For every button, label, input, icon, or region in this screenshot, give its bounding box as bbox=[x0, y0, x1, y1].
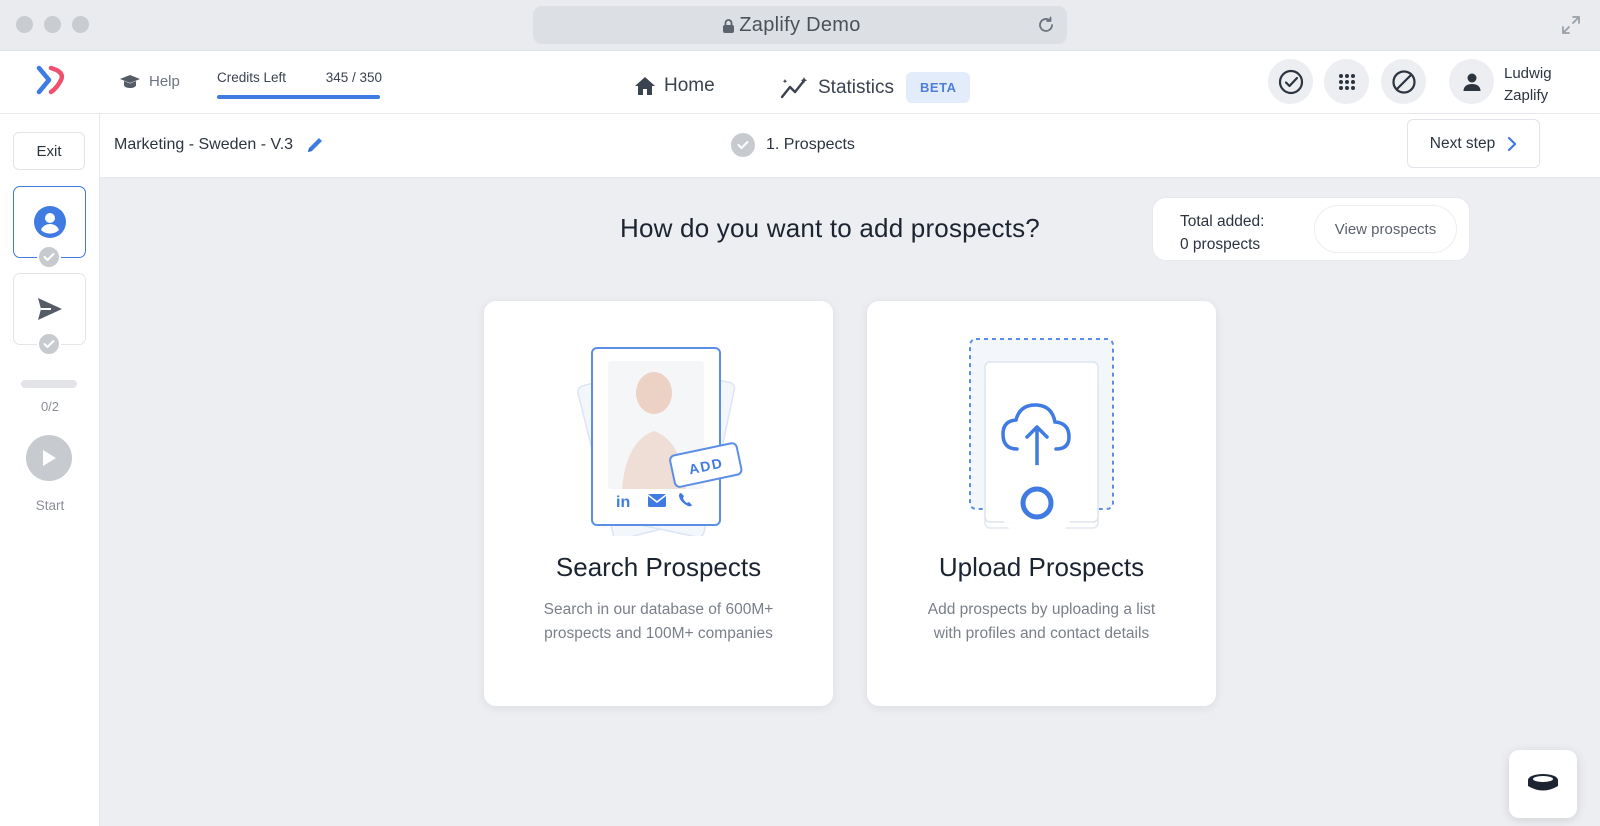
beta-badge: BETA bbox=[906, 72, 971, 103]
current-step-label: 1. Prospects bbox=[766, 136, 855, 153]
step-messages-check-icon bbox=[37, 332, 61, 356]
card-description: Add prospects by uploading a list with p… bbox=[927, 601, 1156, 642]
statistics-icon bbox=[780, 76, 808, 98]
campaign-subheader: Marketing - Sweden - V.3 1. Prospects Ne… bbox=[100, 114, 1600, 178]
credits-label: Credits Left bbox=[217, 70, 287, 85]
step-prospects-check-icon bbox=[37, 245, 61, 269]
svg-text:in: in bbox=[616, 494, 630, 511]
credits-progress-bar bbox=[217, 95, 380, 99]
prospects-question: How do you want to add prospects? bbox=[620, 213, 1040, 243]
tasks-button[interactable] bbox=[1268, 59, 1313, 104]
blocklist-button[interactable] bbox=[1381, 59, 1426, 104]
upload-prospects-illustration bbox=[969, 338, 1114, 536]
app-header: Help Credits Left 345 / 350 Home Statist… bbox=[0, 51, 1600, 114]
block-icon bbox=[1391, 69, 1416, 94]
campaign-title: Marketing - Sweden - V.3 bbox=[114, 135, 325, 155]
search-prospects-card[interactable]: in ADD Search Prospects Search in our da… bbox=[484, 301, 833, 706]
nav-home[interactable]: Home bbox=[634, 75, 715, 97]
send-icon bbox=[37, 298, 62, 320]
start-campaign-button[interactable] bbox=[26, 435, 72, 481]
lock-icon bbox=[723, 19, 734, 33]
exit-button[interactable]: Exit bbox=[13, 132, 85, 170]
campaign-steps-rail: Exit 0/2 Start bbox=[0, 114, 100, 826]
card-description: Search in our database of 600M+ prospect… bbox=[543, 601, 774, 642]
steps-progress-bar bbox=[21, 380, 77, 388]
address-bar[interactable]: Zaplify Demo bbox=[533, 6, 1067, 44]
window-zoom-button[interactable] bbox=[72, 16, 89, 33]
graduation-cap-icon bbox=[120, 74, 140, 88]
credits-value: 345 / 350 bbox=[325, 70, 382, 85]
current-step-check-icon bbox=[731, 133, 755, 157]
grid-icon bbox=[1338, 73, 1355, 90]
total-added-label: Total added: bbox=[1180, 213, 1265, 230]
user-company: Zaplify bbox=[1504, 87, 1549, 104]
nav-statistics[interactable]: Statistics BETA bbox=[780, 72, 971, 103]
search-prospects-illustration: in ADD bbox=[577, 347, 743, 536]
zaplify-logo-icon[interactable] bbox=[36, 64, 68, 96]
credits-meter: Credits Left 345 / 350 bbox=[217, 70, 382, 99]
start-label: Start bbox=[35, 498, 65, 513]
card-title: Search Prospects bbox=[555, 552, 762, 582]
apps-button[interactable] bbox=[1324, 59, 1369, 104]
window-close-button[interactable] bbox=[16, 16, 33, 33]
next-step-button[interactable]: Next step bbox=[1407, 119, 1540, 168]
card-title: Upload Prospects bbox=[938, 552, 1145, 582]
total-added-value: 0 prospects bbox=[1180, 236, 1261, 253]
person-icon bbox=[33, 206, 66, 238]
browser-chrome: Zaplify Demo bbox=[0, 0, 1600, 51]
window-minimize-button[interactable] bbox=[44, 16, 61, 33]
email-icon bbox=[647, 494, 667, 507]
user-icon bbox=[1463, 73, 1480, 91]
user-avatar[interactable] bbox=[1449, 59, 1494, 104]
view-prospects-button[interactable]: View prospects bbox=[1314, 205, 1457, 253]
reload-icon[interactable] bbox=[1036, 15, 1056, 35]
play-icon bbox=[43, 450, 56, 466]
steps-progress-count: 0/2 bbox=[40, 399, 60, 414]
current-step-indicator: 1. Prospects bbox=[731, 133, 855, 157]
campaign-name: Marketing - Sweden - V.3 bbox=[114, 136, 294, 153]
total-added-panel: Total added: 0 prospects View prospects bbox=[1152, 197, 1470, 261]
fullscreen-icon[interactable] bbox=[1562, 16, 1580, 34]
linkedin-icon: in bbox=[616, 494, 630, 511]
page-title: Zaplify Demo bbox=[739, 13, 861, 36]
upload-prospects-card[interactable]: Upload Prospects Add prospects by upload… bbox=[867, 301, 1216, 706]
help-link[interactable]: Help bbox=[119, 73, 180, 90]
user-name: Ludwig bbox=[1504, 65, 1552, 82]
support-chat-button[interactable] bbox=[1509, 750, 1577, 818]
check-circle-icon bbox=[1278, 69, 1303, 94]
support-icon bbox=[1528, 774, 1558, 791]
home-icon bbox=[635, 77, 655, 95]
chevron-right-icon bbox=[1508, 136, 1517, 151]
pencil-icon[interactable] bbox=[305, 135, 325, 155]
user-profile[interactable]: Ludwig Zaplify bbox=[1504, 63, 1552, 107]
